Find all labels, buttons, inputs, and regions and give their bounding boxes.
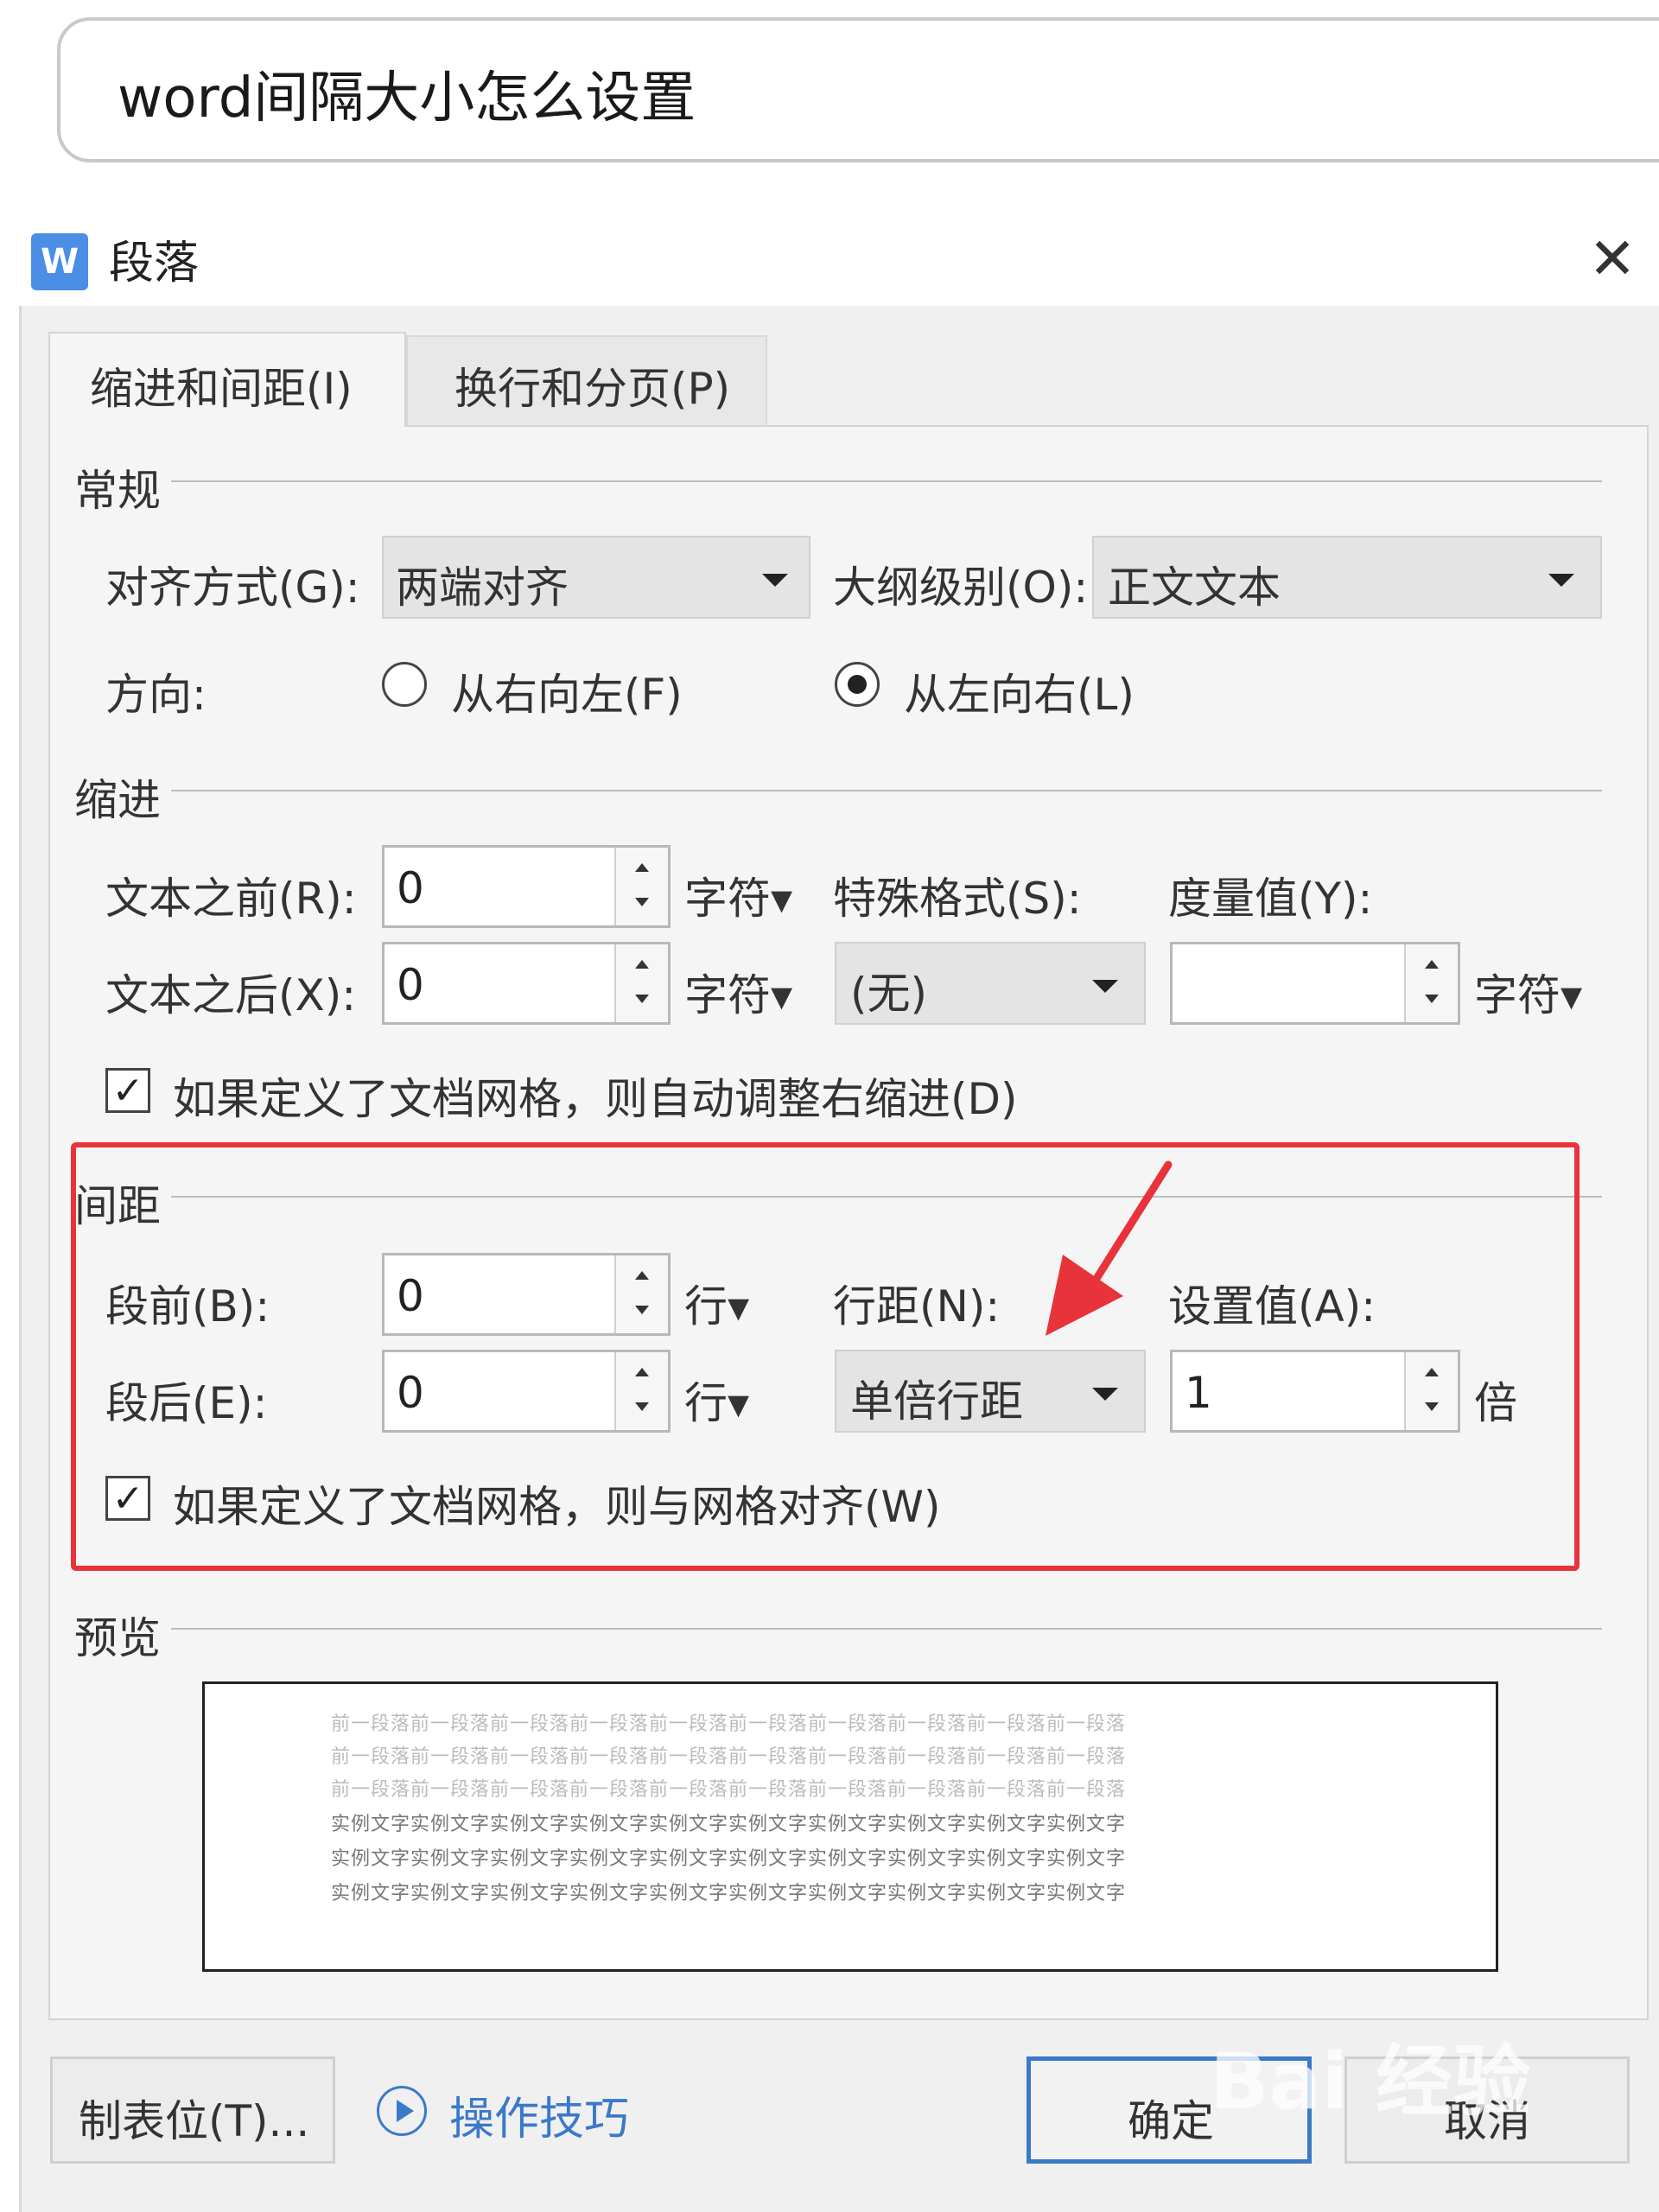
rtl-radio[interactable] <box>382 662 427 707</box>
preview-line: 实例文字实例文字实例文字实例文字实例文字实例文字实例文字实例文字实例文字实例文字 <box>331 1848 1127 1870</box>
dialog-titlebar <box>19 221 1659 306</box>
alignment-label: 对齐方式(G): <box>105 563 360 613</box>
spin-up-icon[interactable] <box>635 863 649 872</box>
special-format-dropdown[interactable]: (无) <box>835 942 1146 1025</box>
tabs-button-label: 制表位(T)... <box>79 2096 310 2146</box>
alignment-value: 两端对齐 <box>396 563 569 613</box>
measure-stepper[interactable] <box>1404 944 1458 1022</box>
dialog-title: 段落 <box>109 238 200 289</box>
tab-label: 缩进和间距(I) <box>90 364 353 414</box>
watermark-logo: Bai 经验 <box>1210 2037 1531 2127</box>
auto-adjust-label: 如果定义了文档网格，则自动调整右缩进(D) <box>173 1074 1018 1124</box>
spin-down-icon[interactable] <box>635 995 649 1003</box>
outline-level-value: 正文文本 <box>1108 563 1281 613</box>
ok-button-label: 确定 <box>1128 2096 1214 2146</box>
indent-before-value: 0 <box>397 863 424 913</box>
ltr-radio[interactable] <box>835 662 880 707</box>
outline-level-label: 大纲级别(O): <box>833 563 1089 613</box>
preview-box: 前一段落前一段落前一段落前一段落前一段落前一段落前一段落前一段落前一段落前一段落… <box>202 1681 1498 1972</box>
preview-line: 实例文字实例文字实例文字实例文字实例文字实例文字实例文字实例文字实例文字实例文字 <box>331 1814 1127 1835</box>
preview-line: 前一段落前一段落前一段落前一段落前一段落前一段落前一段落前一段落前一段落前一段落 <box>331 1779 1127 1801</box>
direction-label: 方向: <box>105 670 207 720</box>
special-format-label: 特殊格式(S): <box>833 874 1082 924</box>
annotation-arrow-icon <box>1046 1160 1173 1336</box>
spin-down-icon[interactable] <box>635 898 649 906</box>
tab-label: 换行和分页(P) <box>454 364 731 414</box>
indent-before-stepper[interactable] <box>614 848 668 925</box>
preview-line: 前一段落前一段落前一段落前一段落前一段落前一段落前一段落前一段落前一段落前一段落 <box>331 1713 1127 1735</box>
highlight-box <box>71 1142 1580 1571</box>
indent-after-value: 0 <box>397 960 424 1010</box>
chevron-down-icon <box>1548 574 1574 587</box>
chevron-down-icon <box>1092 980 1118 993</box>
indent-after-input[interactable]: 0 <box>382 942 671 1025</box>
spin-up-icon[interactable] <box>1425 960 1439 969</box>
measure-unit[interactable]: 字符▾ <box>1474 961 1582 1023</box>
tab-line-and-page-breaks[interactable]: 换行和分页(P) <box>406 335 767 425</box>
special-format-value: (无) <box>850 969 928 1019</box>
indent-after-unit[interactable]: 字符▾ <box>684 961 792 1023</box>
tips-link[interactable]: 操作技巧 <box>449 2082 629 2147</box>
indent-before-label: 文本之前(R): <box>105 874 357 924</box>
chevron-down-icon <box>762 574 788 587</box>
alignment-dropdown[interactable]: 两端对齐 <box>382 536 810 619</box>
auto-adjust-checkbox[interactable]: ✓ <box>105 1068 150 1113</box>
wps-app-icon: W <box>31 233 88 290</box>
measure-label: 度量值(Y): <box>1168 874 1373 924</box>
section-indent-label: 缩进 <box>74 775 161 825</box>
indent-before-unit[interactable]: 字符▾ <box>684 864 792 926</box>
rtl-radio-label: 从右向左(F) <box>451 670 683 720</box>
divider <box>171 790 1602 791</box>
ltr-radio-label: 从左向右(L) <box>904 670 1135 720</box>
spin-down-icon[interactable] <box>1425 995 1439 1003</box>
active-tab-joint <box>50 423 404 429</box>
indent-before-input[interactable]: 0 <box>382 845 671 928</box>
divider <box>171 480 1602 482</box>
tabs-button[interactable]: 制表位(T)... <box>50 2056 335 2164</box>
indent-after-stepper[interactable] <box>614 944 668 1022</box>
divider <box>171 1628 1602 1630</box>
close-icon[interactable]: ✕ <box>1578 225 1647 294</box>
preview-line: 前一段落前一段落前一段落前一段落前一段落前一段落前一段落前一段落前一段落前一段落 <box>331 1746 1127 1768</box>
outline-level-dropdown[interactable]: 正文文本 <box>1092 536 1602 619</box>
radio-selected-dot <box>848 675 867 694</box>
play-circle-icon[interactable] <box>377 2086 427 2136</box>
spin-up-icon[interactable] <box>635 960 649 969</box>
search-query: word间隔大小怎么设置 <box>118 67 696 130</box>
indent-after-label: 文本之后(X): <box>105 970 357 1020</box>
tab-indent-and-spacing[interactable]: 缩进和间距(I) <box>48 332 406 427</box>
section-general-label: 常规 <box>74 466 161 516</box>
preview-line: 实例文字实例文字实例文字实例文字实例文字实例文字实例文字实例文字实例文字实例文字 <box>331 1883 1127 1904</box>
section-preview-label: 预览 <box>74 1613 161 1663</box>
measure-input[interactable] <box>1170 942 1460 1025</box>
play-triangle <box>397 2100 414 2122</box>
